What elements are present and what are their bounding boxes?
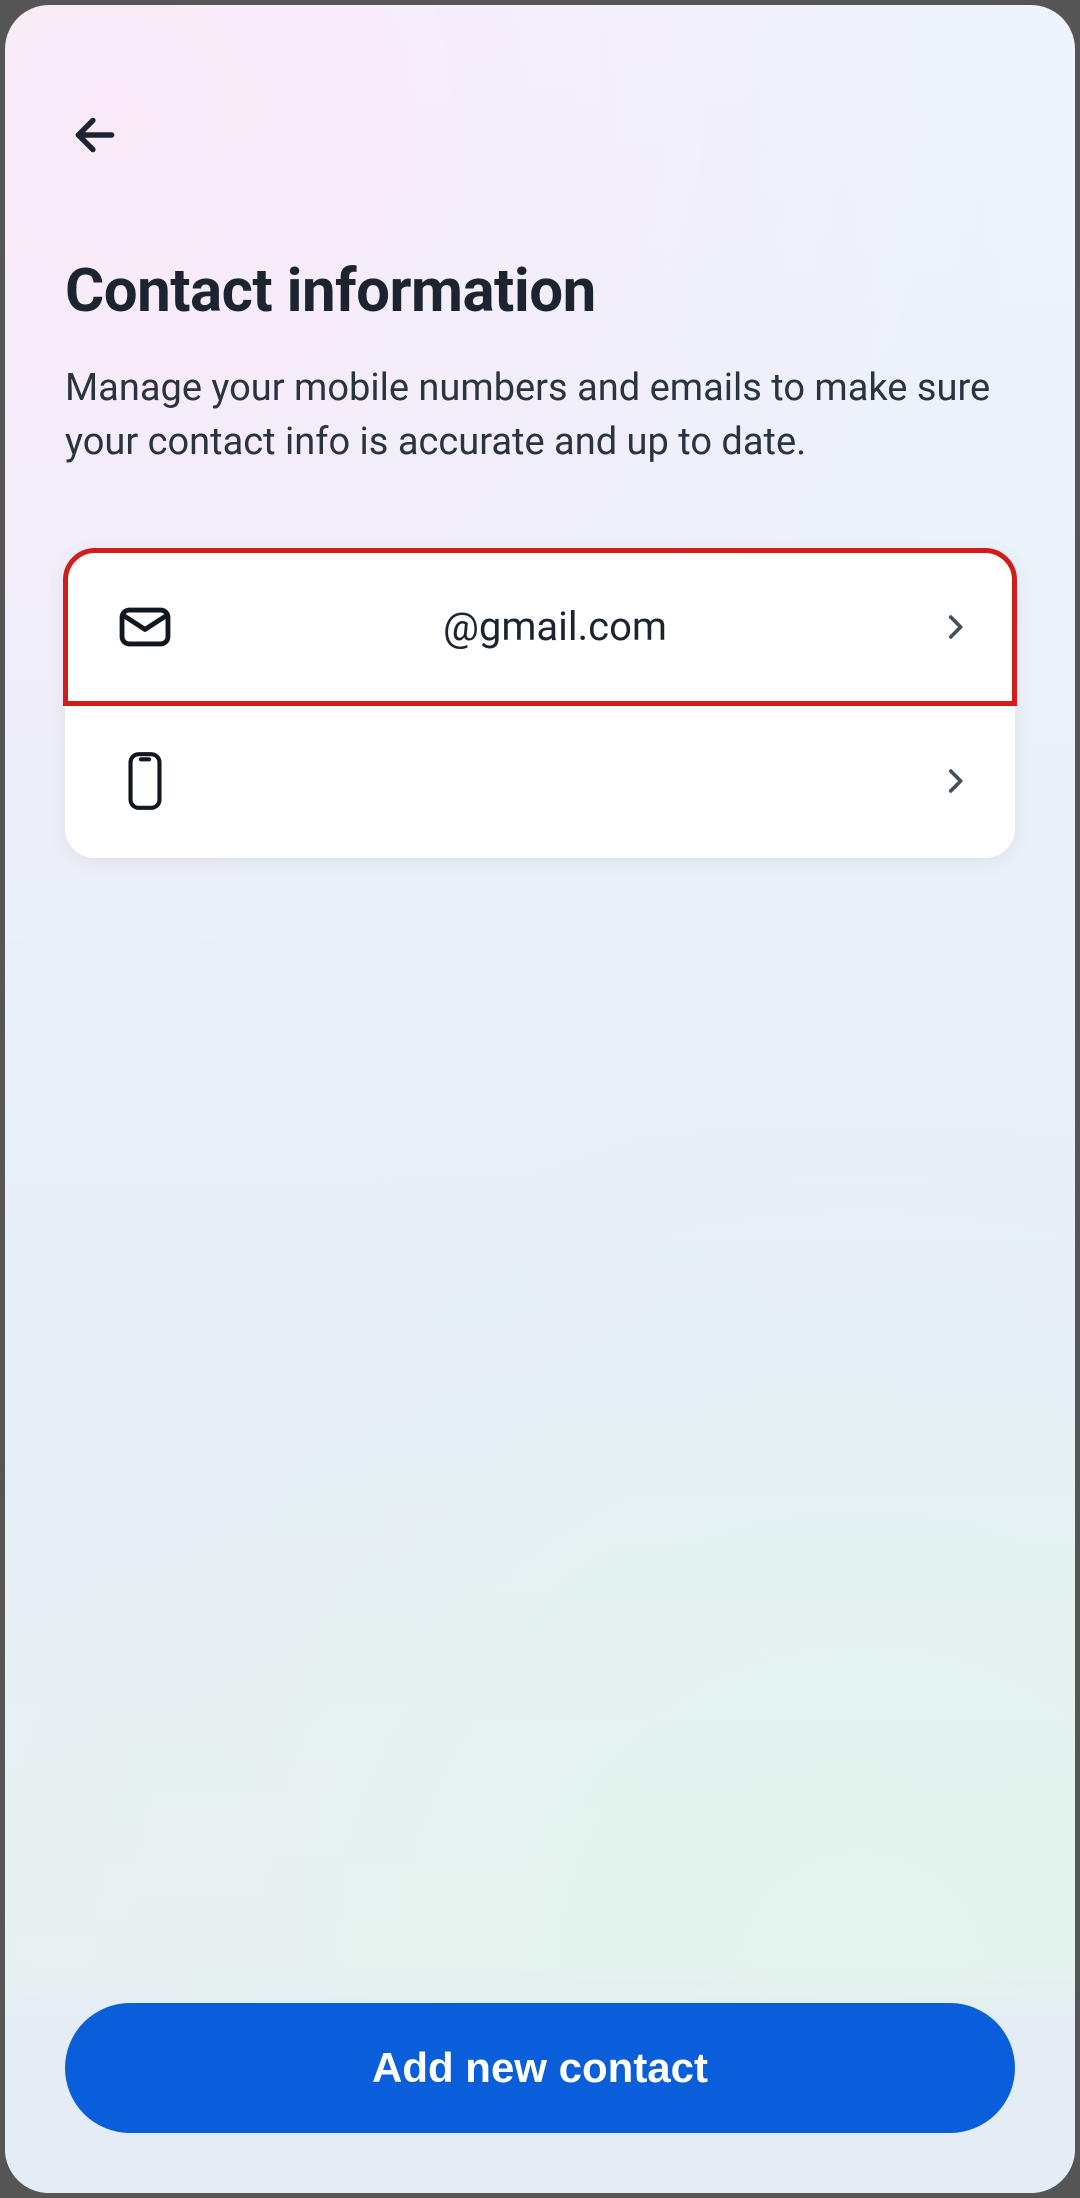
page-subtitle: Manage your mobile numbers and emails to… [65,362,1015,470]
footer: Add new contact [5,1963,1075,2193]
back-button[interactable] [65,105,125,165]
viewport: Contact information Manage your mobile n… [0,0,1080,2198]
page-title: Contact information [65,255,1015,326]
contact-row-email[interactable]: @gmail.com [65,550,1015,704]
chevron-right-icon [935,764,975,798]
screen: Contact information Manage your mobile n… [5,5,1075,2193]
header: Contact information Manage your mobile n… [5,5,1075,470]
contact-row-phone[interactable] [65,704,1015,858]
contact-list-card: @gmail.com [65,550,1015,858]
phone-icon [115,750,175,812]
add-new-contact-button[interactable]: Add new contact [65,2003,1015,2133]
contact-email-value: @gmail.com [175,603,935,650]
arrow-left-icon [70,110,120,160]
chevron-right-icon [935,610,975,644]
email-icon [115,598,175,656]
